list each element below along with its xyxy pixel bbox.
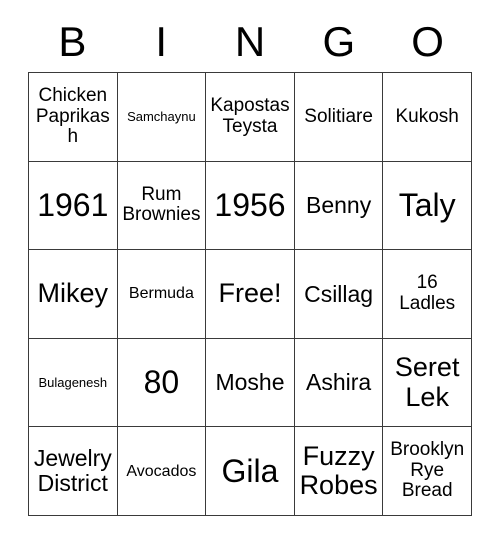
bingo-cell-r5-c1[interactable]: Jewelry District [29,427,118,516]
header-letter-o: O [411,18,444,65]
bingo-cell-r5-c3[interactable]: Gila [206,427,295,516]
bingo-cell-r1-c1[interactable]: Chicken Paprikash [29,73,118,162]
bingo-cell-label: 1961 [37,187,109,224]
bingo-cell-label: Brooklyn Rye Bread [390,439,465,502]
bingo-cell-r2-c5[interactable]: Taly [383,161,472,251]
bingo-cell-r3-c1[interactable]: Mikey [29,250,118,339]
bingo-cell-label: Chicken Paprikash [35,85,110,148]
bingo-cell-r2-c4[interactable]: Benny [294,161,384,251]
header-letter-g: G [322,18,356,65]
bingo-cell-r3-c4[interactable]: Csillag [294,250,384,339]
bingo-cell-label: Jewelry District [33,445,112,497]
bingo-cell-r1-c3[interactable]: Kapostas Teysta [206,73,295,162]
bingo-cell-r1-c5[interactable]: Kukosh [383,73,472,162]
bingo-free-space-cell[interactable]: Free! [206,250,295,339]
bingo-cell-label: Seret Lek [394,352,460,412]
bingo-cell-r4-c5[interactable]: Seret Lek [383,338,472,428]
bingo-cell-label: Benny [305,191,372,218]
bingo-cell-label: Kukosh [395,105,459,127]
bingo-cell-label: 1956 [214,187,286,224]
bingo-cell-label: Moshe [215,369,285,396]
bingo-cell-r4-c2[interactable]: 80 [117,338,207,428]
bingo-cell-label: Bulagenesh [38,374,108,390]
bingo-cell-r4-c3[interactable]: Moshe [206,338,295,428]
bingo-cell-label: Avocados [126,462,197,480]
bingo-cell-label: 80 [143,364,180,401]
bingo-cell-label: Bermuda [128,285,194,303]
bingo-cell-r5-c5[interactable]: Brooklyn Rye Bread [383,427,472,516]
bingo-cell-label: Fuzzy Robes [299,441,378,501]
bingo-cell-r2-c1[interactable]: 1961 [29,161,118,251]
bingo-cell-r4-c1[interactable]: Bulagenesh [29,338,118,428]
bingo-grid: Chicken Paprikash Samchaynu Kapostas Teyst… [28,72,472,516]
bingo-cell-label: Csillag [304,280,374,307]
header-letter-b: B [58,18,87,65]
bingo-cell-r4-c4[interactable]: Ashira [294,338,384,428]
bingo-cell-label: Samchaynu [127,108,196,124]
bingo-cell-label: Solitiare [304,105,373,127]
bingo-cell-label: Mikey [37,278,109,309]
bingo-free-space-label: Free! [218,278,282,309]
bingo-cell-r5-c2[interactable]: Avocados [117,427,207,516]
bingo-cell-label: 16 Ladles [399,272,456,314]
bingo-cell-r3-c5[interactable]: 16 Ladles [383,250,472,339]
bingo-cell-label: Rum Brownies [122,183,201,226]
bingo-cell-r2-c3[interactable]: 1956 [206,161,295,251]
bingo-cell-label: Ashira [305,369,372,396]
bingo-cell-r5-c4[interactable]: Fuzzy Robes [294,427,384,516]
header-letter-i: I [155,18,168,65]
bingo-cell-label: Kapostas Teysta [210,95,290,137]
bingo-cell-r3-c2[interactable]: Bermuda [117,250,207,339]
bingo-cell-label: Taly [398,187,456,224]
bingo-header-row: B I N G O [28,12,472,72]
bingo-cell-label: Gila [221,452,279,489]
header-letter-n: N [234,18,266,65]
bingo-cell-r1-c4[interactable]: Solitiare [294,73,384,162]
bingo-card: B I N G O Chicken Paprikash Samchaynu Kapo… [0,0,500,544]
bingo-cell-r1-c2[interactable]: Samchaynu [117,73,207,162]
bingo-cell-r2-c2[interactable]: Rum Brownies [117,161,207,251]
